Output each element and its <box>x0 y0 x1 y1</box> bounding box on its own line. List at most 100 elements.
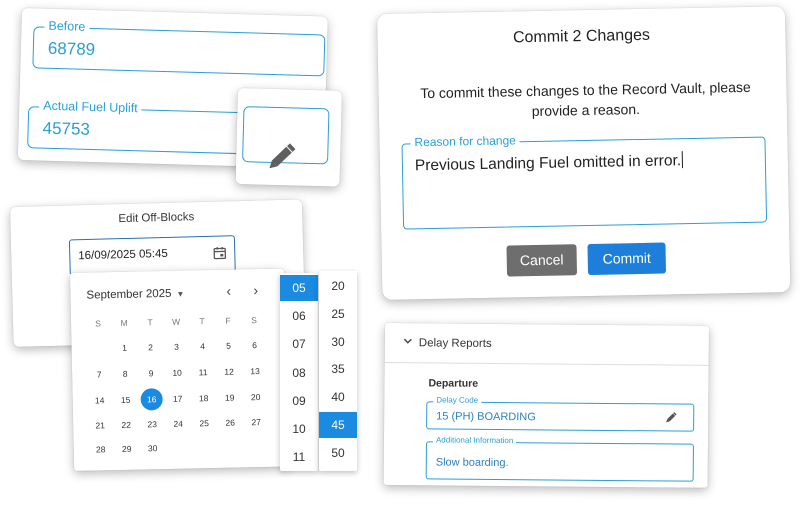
calendar-day[interactable]: 19 <box>216 386 242 409</box>
delay-code-value: 15 (PH) BOARDING <box>436 410 536 424</box>
hour-option-selected[interactable]: 05 <box>280 275 318 301</box>
before-field[interactable]: Before 68789 <box>32 18 326 77</box>
calendar-day[interactable]: 23 <box>139 413 165 436</box>
calendar-day-number: 6 <box>252 340 258 351</box>
calendar-day[interactable]: 22 <box>113 414 139 437</box>
calendar-day[interactable]: 7 <box>86 363 112 386</box>
calendar-day[interactable]: 20 <box>242 386 268 409</box>
calendar-day[interactable]: 18 <box>190 387 216 410</box>
calendar-day-number: 14 <box>94 395 105 406</box>
calendar-day[interactable]: 30 <box>139 437 165 460</box>
calendar-day-number: 29 <box>121 443 132 454</box>
calendar-day-number: 17 <box>172 393 183 404</box>
calendar-day-number: 10 <box>172 367 182 378</box>
minute-option[interactable]: 25 <box>319 301 357 327</box>
hours-list: 05 06 07 08 09 10 11 <box>280 273 318 471</box>
pencil-icon <box>269 143 296 169</box>
minute-option[interactable]: 20 <box>319 273 357 299</box>
weekday-label: M <box>120 317 128 328</box>
commit-dialog: Commit 2 Changes To commit these changes… <box>377 6 791 300</box>
calendar-day[interactable]: 26 <box>217 411 243 434</box>
additional-information-field[interactable]: Additional Information Slow boarding. <box>425 435 694 482</box>
calendar-day-number: 24 <box>173 418 184 429</box>
calendar-day[interactable]: 4 <box>189 335 215 358</box>
calendar-day-selected[interactable]: 16 <box>138 388 164 411</box>
calendar-day-number: 1 <box>122 342 128 353</box>
reason-text: Previous Landing Fuel omitted in error. <box>414 152 682 175</box>
delay-code-field[interactable]: Delay Code 15 (PH) BOARDING <box>426 395 695 432</box>
weekday-label: F <box>225 315 231 326</box>
calendar-day[interactable]: 6 <box>241 334 267 357</box>
pencil-icon[interactable] <box>665 411 677 423</box>
hour-option[interactable]: 07 <box>280 331 318 357</box>
calendar-day[interactable]: 12 <box>216 360 242 383</box>
calendar-day-number: 2 <box>148 342 154 353</box>
calendar-day-number: 8 <box>122 368 128 379</box>
calendar-day[interactable]: 9 <box>138 362 164 385</box>
edit-button[interactable] <box>242 106 330 169</box>
commit-button[interactable]: Commit <box>587 242 667 275</box>
calendar-day[interactable]: 21 <box>87 414 113 437</box>
calendar-day-number: 21 <box>95 420 106 431</box>
calendar-day[interactable]: 11 <box>190 361 216 384</box>
calendar-day[interactable]: 15 <box>112 389 138 412</box>
chevron-down-icon[interactable] <box>403 336 413 346</box>
minute-option[interactable]: 30 <box>319 329 357 355</box>
chevron-left-icon[interactable]: ‹ <box>226 283 231 299</box>
calendar-day[interactable]: 5 <box>215 334 241 357</box>
hour-option[interactable]: 06 <box>280 303 318 329</box>
delay-reports-title: Delay Reports <box>418 337 492 350</box>
minute-option[interactable]: 50 <box>319 440 357 466</box>
calendar-day-number: 27 <box>251 417 262 428</box>
delay-reports-panel: Delay Reports Departure Delay Code 15 (P… <box>383 323 709 488</box>
chevron-right-icon[interactable]: › <box>253 282 258 298</box>
hour-option[interactable]: 11 <box>280 444 318 470</box>
minute-option[interactable]: 35 <box>319 356 357 382</box>
month-year-label[interactable]: September 2025 <box>86 288 171 302</box>
calendar-day[interactable]: 8 <box>112 363 138 386</box>
delay-reports-header[interactable]: Delay Reports <box>384 323 709 366</box>
reason-label: Reason for change <box>410 133 520 150</box>
calendar-day[interactable]: 2 <box>137 336 163 359</box>
calendar-day-number: 20 <box>250 392 261 403</box>
calendar-day-number: 26 <box>225 417 236 428</box>
calendar-day[interactable]: 24 <box>165 412 191 435</box>
calendar-day[interactable]: 3 <box>163 336 189 359</box>
calendar-day[interactable]: 28 <box>87 438 113 461</box>
calendar-day[interactable]: 1 <box>111 337 137 360</box>
weekday-label: W <box>171 316 181 327</box>
cancel-button[interactable]: Cancel <box>506 244 578 277</box>
off-blocks-title: Edit Off-Blocks <box>118 211 195 226</box>
calendar-day[interactable]: 27 <box>243 411 269 434</box>
edit-card <box>235 88 342 187</box>
calendar-day[interactable]: 25 <box>191 412 217 435</box>
hour-option[interactable]: 08 <box>280 360 318 386</box>
calendar-day-number: 30 <box>147 443 158 454</box>
calendar-popup: September 2025 ▼ ‹ › SMTWTFS 1 2 3 4 5 6 7 8 9 10… <box>70 268 289 471</box>
calendar-day[interactable]: 13 <box>242 360 268 383</box>
calendar-day-number: 4 <box>200 341 206 352</box>
hour-option[interactable]: 09 <box>280 388 318 414</box>
calendar-day-number: 16 <box>146 394 157 405</box>
calendar-day[interactable]: 14 <box>86 389 112 412</box>
calendar-day-number: 9 <box>148 368 154 379</box>
calendar-icon[interactable] <box>213 246 227 260</box>
weekday-label: S <box>95 318 101 329</box>
minute-option[interactable]: 40 <box>319 384 357 410</box>
calendar-day-number: 25 <box>199 418 210 429</box>
delay-code-label: Delay Code <box>433 395 482 405</box>
calendar-day-number: 19 <box>224 392 235 403</box>
minute-option-selected[interactable]: 45 <box>319 412 357 438</box>
text-caret <box>681 151 684 169</box>
calendar-day-number: 12 <box>224 366 234 377</box>
calendar-day-number: 22 <box>121 419 132 430</box>
departure-heading: Departure <box>428 377 479 390</box>
calendar-day-number: 13 <box>250 366 260 377</box>
reason-for-change-field[interactable]: Reason for change Previous Landing Fuel … <box>401 133 768 230</box>
calendar-day-number: 3 <box>174 341 180 352</box>
caret-down-icon[interactable]: ▼ <box>176 290 184 299</box>
calendar-day[interactable]: 10 <box>164 362 190 385</box>
calendar-day[interactable]: 29 <box>113 438 139 461</box>
hour-option[interactable]: 10 <box>280 416 318 442</box>
calendar-day[interactable]: 17 <box>164 388 190 411</box>
